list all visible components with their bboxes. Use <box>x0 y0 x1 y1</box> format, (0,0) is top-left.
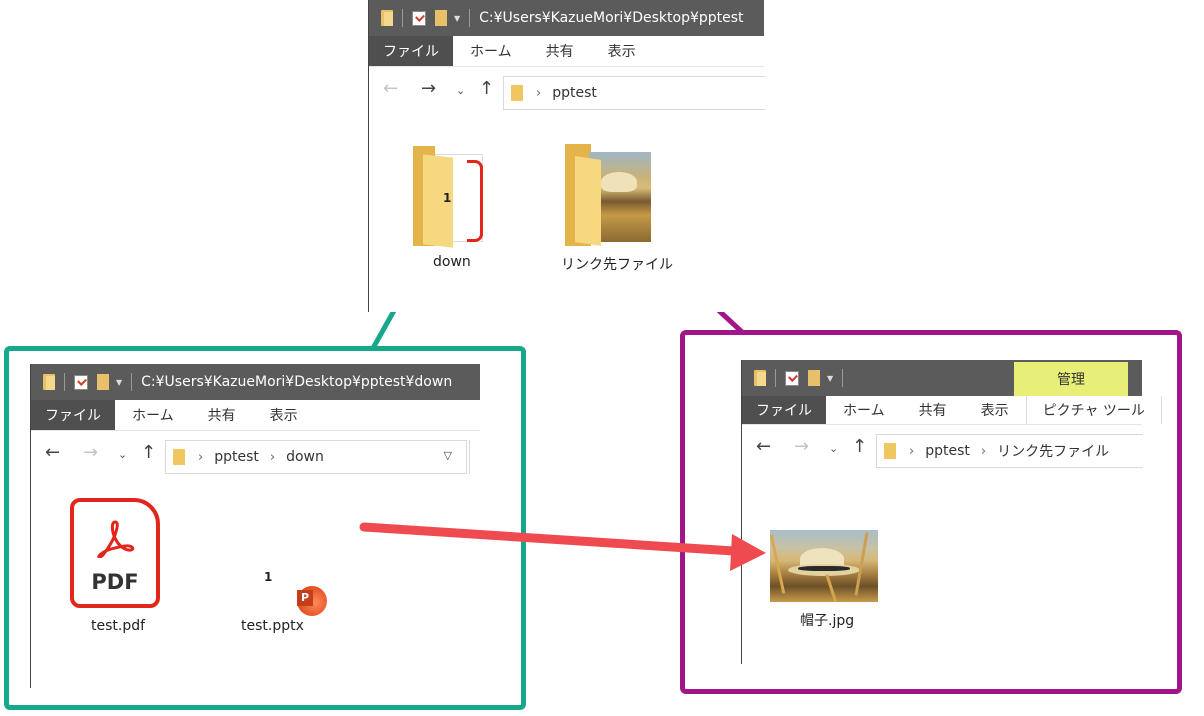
red-arrow <box>359 522 766 571</box>
arrow-shaft <box>359 522 739 556</box>
arrow-head <box>730 534 766 571</box>
